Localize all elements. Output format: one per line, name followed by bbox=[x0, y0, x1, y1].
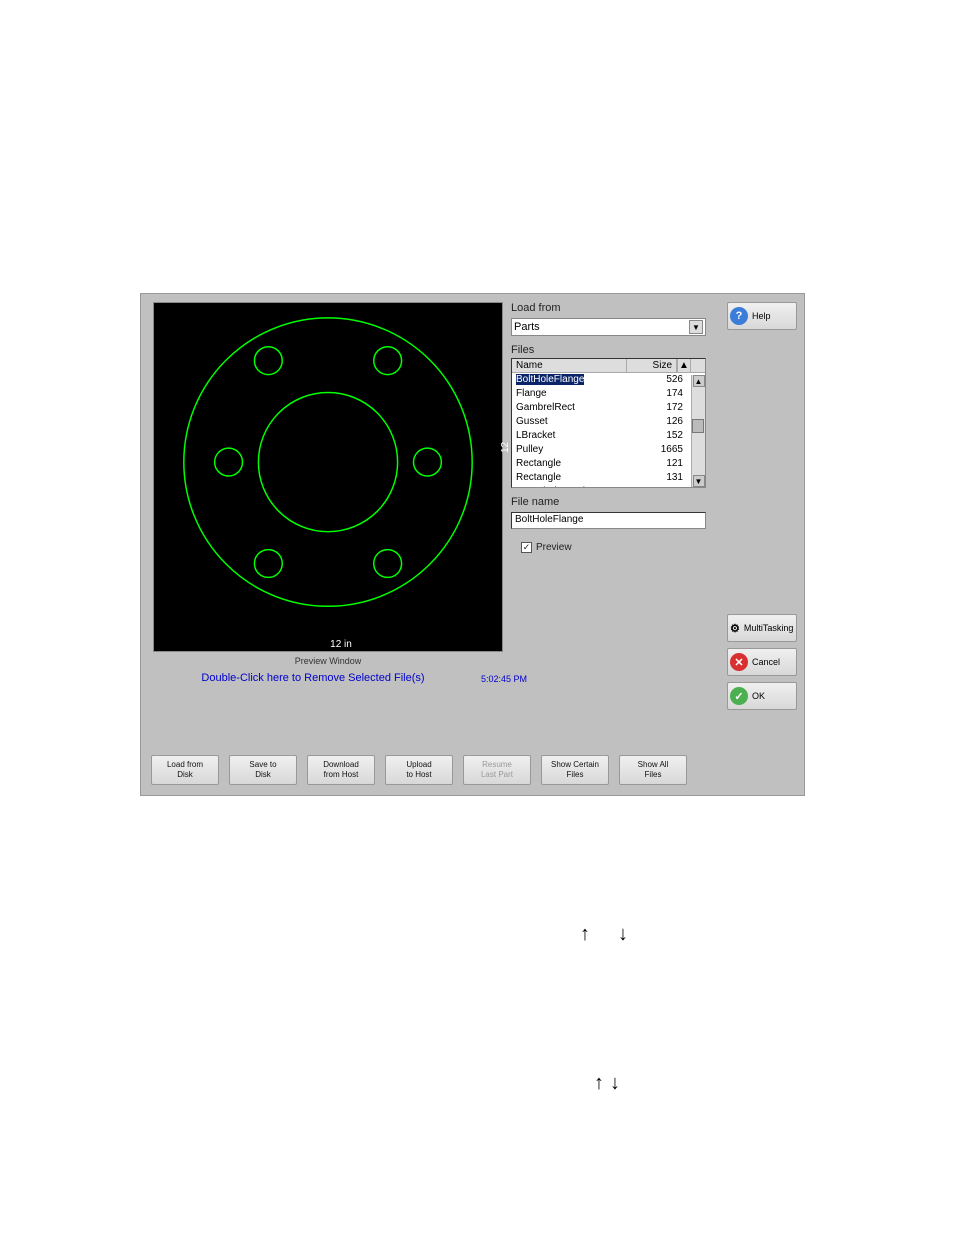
files-list: Name Size ▲ BoltHoleFlange526Flange174Ga… bbox=[511, 358, 706, 488]
multitask-icon: ⚙ bbox=[730, 619, 740, 637]
help-button-label: Help bbox=[752, 311, 771, 321]
down-arrow-icon: ↓ bbox=[618, 923, 628, 946]
help-icon: ? bbox=[730, 307, 748, 325]
file-row[interactable]: RoundedLBracket255 bbox=[512, 485, 705, 488]
cancel-button[interactable]: ✕ Cancel bbox=[727, 648, 797, 676]
load-from-label: Load from bbox=[511, 302, 561, 314]
help-button[interactable]: ? Help bbox=[727, 302, 797, 330]
page-arrows-2: ↑ ↓ bbox=[594, 1072, 620, 1095]
file-row[interactable]: Gusset126 bbox=[512, 415, 705, 429]
load-from-dropdown[interactable]: Parts ▼ bbox=[511, 318, 706, 336]
ok-button[interactable]: ✓ OK bbox=[727, 682, 797, 710]
toolbar-button[interactable]: Show CertainFiles bbox=[541, 755, 609, 785]
scroll-down-icon[interactable]: ▼ bbox=[693, 475, 705, 487]
file-row[interactable]: LBracket152 bbox=[512, 429, 705, 443]
column-size[interactable]: Size bbox=[627, 359, 677, 372]
filename-label: File name bbox=[511, 496, 559, 508]
toolbar-button[interactable]: Uploadto Host bbox=[385, 755, 453, 785]
files-label: Files bbox=[511, 344, 534, 356]
preview-checkbox-label: Preview bbox=[536, 542, 572, 553]
remove-files-link[interactable]: Double-Click here to Remove Selected Fil… bbox=[153, 672, 473, 684]
page-arrows-1: ↑ ↓ bbox=[580, 923, 628, 946]
checkbox-icon[interactable]: ✓ bbox=[521, 542, 532, 553]
file-row[interactable]: Rectangle131 bbox=[512, 471, 705, 485]
up-arrow-icon: ↑ bbox=[580, 923, 590, 946]
preview-caption: Preview Window bbox=[153, 656, 503, 666]
multitask-label: MultiTasking bbox=[744, 623, 794, 633]
scroll-up-icon[interactable]: ▲ bbox=[693, 375, 705, 387]
close-icon: ✕ bbox=[730, 653, 748, 671]
toolbar-button[interactable]: Downloadfrom Host bbox=[307, 755, 375, 785]
preview-pane: 12 in 12 in bbox=[153, 302, 503, 652]
check-icon: ✓ bbox=[730, 687, 748, 705]
file-row[interactable]: Pulley1665 bbox=[512, 443, 705, 457]
file-row[interactable]: BoltHoleFlange526 bbox=[512, 373, 705, 387]
timestamp: 5:02:45 PM bbox=[481, 674, 527, 684]
filename-input[interactable]: BoltHoleFlange bbox=[511, 512, 706, 529]
file-load-dialog: 12 in 12 in Preview Window Double-Click … bbox=[140, 293, 805, 796]
toolbar-button[interactable]: Show AllFiles bbox=[619, 755, 687, 785]
bottom-toolbar: Load fromDisk Save toDisk Downloadfrom Hos… bbox=[151, 755, 719, 785]
file-row[interactable]: Flange174 bbox=[512, 387, 705, 401]
sort-icon[interactable]: ▲ bbox=[677, 359, 691, 372]
ok-label: OK bbox=[752, 691, 765, 701]
file-row[interactable]: Rectangle121 bbox=[512, 457, 705, 471]
dimension-x: 12 in bbox=[166, 639, 516, 650]
chevron-down-icon[interactable]: ▼ bbox=[689, 320, 703, 334]
up-arrow-icon: ↑ bbox=[594, 1072, 604, 1095]
files-header[interactable]: Name Size ▲ bbox=[512, 359, 705, 373]
toolbar-button: ResumeLast Part bbox=[463, 755, 531, 785]
multitasking-button[interactable]: ⚙ MultiTasking bbox=[727, 614, 797, 642]
toolbar-button[interactable]: Save toDisk bbox=[229, 755, 297, 785]
preview-checkbox[interactable]: ✓ Preview bbox=[521, 542, 572, 553]
scrollbar-thumb[interactable] bbox=[692, 419, 704, 433]
column-name[interactable]: Name bbox=[512, 359, 627, 372]
load-from-value: Parts bbox=[514, 321, 540, 333]
cancel-label: Cancel bbox=[752, 657, 780, 667]
down-arrow-icon: ↓ bbox=[610, 1072, 620, 1095]
file-row[interactable]: GambrelRect172 bbox=[512, 401, 705, 415]
toolbar-button[interactable]: Load fromDisk bbox=[151, 755, 219, 785]
